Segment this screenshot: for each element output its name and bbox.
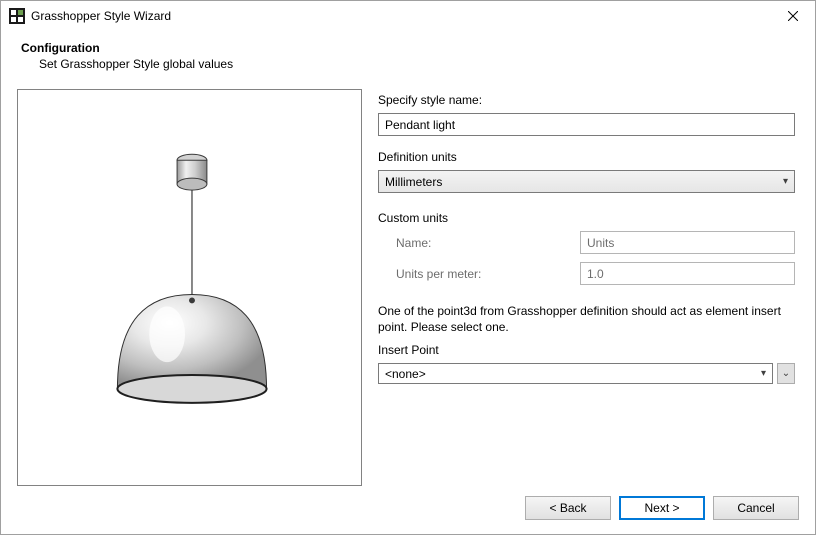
- app-icon: [9, 8, 25, 24]
- chevron-down-icon: ▾: [761, 368, 766, 379]
- titlebar: Grasshopper Style Wizard: [1, 1, 815, 31]
- back-button[interactable]: < Back: [525, 496, 611, 520]
- cancel-button[interactable]: Cancel: [713, 496, 799, 520]
- definition-units-select[interactable]: Millimeters ▾: [378, 170, 795, 193]
- custom-units-section: Custom units Name: Units per meter:: [378, 211, 795, 285]
- custom-units-name-input: [580, 231, 795, 254]
- insert-point-label: Insert Point: [378, 343, 795, 357]
- custom-units-upm-input: [580, 262, 795, 285]
- preview-pane: [17, 89, 362, 486]
- close-button[interactable]: [770, 2, 815, 31]
- form-pane: Specify style name: Definition units Mil…: [376, 89, 799, 486]
- wizard-window: Grasshopper Style Wizard Configuration S…: [0, 0, 816, 535]
- preview-3d-model: [18, 90, 361, 485]
- style-name-input[interactable]: [378, 113, 795, 136]
- definition-units-value: Millimeters: [385, 175, 783, 189]
- insert-point-info: One of the point3d from Grasshopper defi…: [378, 303, 795, 335]
- content-area: Specify style name: Definition units Mil…: [1, 83, 815, 486]
- page-subtitle: Set Grasshopper Style global values: [21, 57, 795, 71]
- style-name-label: Specify style name:: [378, 93, 795, 107]
- chevron-down-icon: ▾: [783, 176, 788, 187]
- insert-point-section: Insert Point <none> ▾ ⌄: [378, 343, 795, 384]
- style-name-section: Specify style name:: [378, 93, 795, 136]
- custom-units-upm-label: Units per meter:: [378, 267, 580, 281]
- page-title: Configuration: [21, 41, 795, 55]
- custom-units-label: Custom units: [378, 211, 795, 225]
- definition-units-label: Definition units: [378, 150, 795, 164]
- page-header: Configuration Set Grasshopper Style glob…: [1, 31, 815, 83]
- button-bar: < Back Next > Cancel: [1, 486, 815, 534]
- next-button[interactable]: Next >: [619, 496, 705, 520]
- custom-units-name-label: Name:: [378, 236, 580, 250]
- insert-point-value: <none>: [385, 367, 761, 381]
- definition-units-section: Definition units Millimeters ▾: [378, 150, 795, 193]
- close-icon: [788, 11, 798, 21]
- insert-point-dropdown-button[interactable]: ⌄: [777, 363, 795, 384]
- chevron-down-icon: ⌄: [782, 368, 790, 379]
- window-title: Grasshopper Style Wizard: [31, 9, 770, 23]
- insert-point-select[interactable]: <none> ▾: [378, 363, 773, 384]
